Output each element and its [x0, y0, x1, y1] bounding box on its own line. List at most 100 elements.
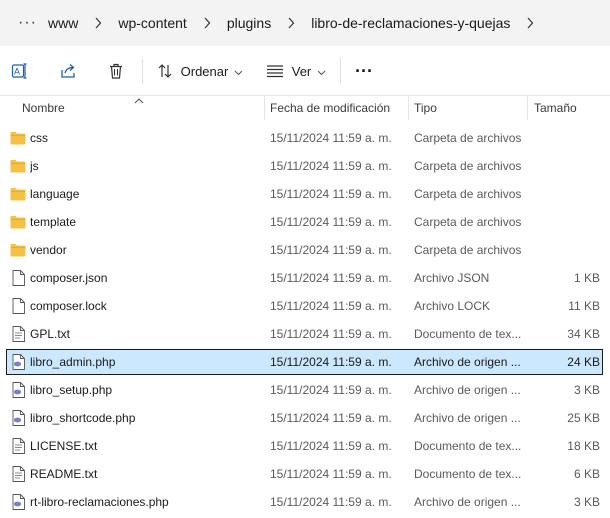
file-row[interactable]: GPL.txt 15/11/2024 11:59 a. m. Documento… [0, 320, 610, 348]
more-icon: ··· [355, 60, 373, 81]
share-icon [61, 64, 75, 78]
toolbar-divider [340, 58, 341, 84]
breadcrumb-item-wp-content[interactable]: wp-content [118, 0, 186, 46]
file-row[interactable]: language 15/11/2024 11:59 a. m. Carpeta … [0, 180, 610, 208]
breadcrumb-item-plugins[interactable]: plugins [227, 0, 271, 46]
column-header-date[interactable]: Fecha de modificación [270, 96, 406, 120]
chevron-right-icon[interactable] [78, 17, 118, 29]
breadcrumb-label: plugins [226, 15, 272, 31]
file-date-modified: 15/11/2024 11:59 a. m. [270, 467, 392, 481]
column-header-size[interactable]: Tamaño [534, 96, 604, 120]
file-size [528, 208, 600, 236]
file-row[interactable]: css 15/11/2024 11:59 a. m. Carpeta de ar… [0, 124, 610, 152]
file-name: libro_admin.php [30, 355, 116, 369]
file-type: Archivo de origen ... [414, 383, 521, 397]
folder-icon [10, 236, 26, 264]
file-row[interactable]: README.txt 15/11/2024 11:59 a. m. Docume… [0, 460, 610, 488]
file-row[interactable]: libro_shortcode.php 15/11/2024 11:59 a. … [0, 404, 610, 432]
php-file-icon [10, 376, 26, 404]
file-date-modified: 15/11/2024 11:59 a. m. [270, 327, 392, 341]
folder-icon [10, 208, 26, 236]
file-name: composer.lock [30, 299, 107, 313]
file-date-modified: 15/11/2024 11:59 a. m. [270, 243, 392, 257]
file-row[interactable]: composer.lock 15/11/2024 11:59 a. m. Arc… [0, 292, 610, 320]
column-resize-handle[interactable] [264, 96, 265, 120]
more-options-button[interactable]: ··· [350, 46, 378, 96]
file-row[interactable]: js 15/11/2024 11:59 a. m. Carpeta de arc… [0, 152, 610, 180]
file-size: 3 KB [573, 383, 600, 397]
sort-button[interactable]: Ordenar [154, 46, 246, 96]
view-list-icon [266, 65, 283, 78]
share-button[interactable] [54, 46, 82, 96]
column-resize-handle[interactable] [408, 96, 409, 120]
file-size [528, 236, 600, 264]
file-name: README.txt [30, 467, 98, 481]
column-header-name[interactable]: Nombre [22, 96, 262, 120]
sort-label: Ordenar [180, 63, 229, 79]
php-file-icon [10, 404, 26, 432]
file-type: Archivo de origen ... [414, 495, 521, 509]
file-size: 34 KB [567, 327, 600, 341]
breadcrumb-label: wp-content [118, 15, 187, 31]
breadcrumb: ··· www wp-content plugins libro-de-recl… [0, 0, 610, 46]
file-date-modified: 15/11/2024 11:59 a. m. [270, 383, 392, 397]
file-size: 1 KB [573, 271, 600, 285]
folder-icon [10, 124, 26, 152]
column-header-label: Tipo [414, 101, 437, 115]
file-date-modified: 15/11/2024 11:59 a. m. [270, 187, 392, 201]
file-name: template [30, 215, 77, 229]
column-header-label: Fecha de modificación [270, 101, 391, 115]
view-button[interactable]: Ver [264, 46, 328, 96]
file-list: css 15/11/2024 11:59 a. m. Carpeta de ar… [0, 124, 610, 516]
file-name: libro_shortcode.php [30, 411, 136, 425]
file-date-modified: 15/11/2024 11:59 a. m. [270, 411, 392, 425]
toolbar-divider [142, 58, 143, 84]
file-row[interactable]: LICENSE.txt 15/11/2024 11:59 a. m. Docum… [0, 432, 610, 460]
chevron-down-icon [234, 64, 243, 79]
file-type: Carpeta de archivos [414, 187, 522, 201]
file-type: Carpeta de archivos [414, 159, 522, 173]
trash-icon [110, 63, 122, 79]
file-size: 25 KB [567, 411, 600, 425]
breadcrumb-item-current-folder[interactable]: libro-de-reclamaciones-y-quejas [311, 0, 510, 46]
column-resize-handle[interactable] [527, 96, 528, 120]
column-header-type[interactable]: Tipo [414, 96, 524, 120]
file-name: css [30, 131, 48, 145]
rename-button[interactable]: A [6, 46, 34, 96]
file-row[interactable]: rt-libro-reclamaciones.php 15/11/2024 11… [0, 488, 610, 516]
chevron-right-icon[interactable] [510, 17, 550, 29]
file-type: Archivo de origen ... [414, 411, 521, 425]
file-name: libro_setup.php [30, 383, 113, 397]
file-row[interactable]: libro_admin.php 15/11/2024 11:59 a. m. A… [0, 348, 610, 376]
file-size [528, 152, 600, 180]
file-date-modified: 15/11/2024 11:59 a. m. [270, 159, 392, 173]
delete-button[interactable] [102, 46, 130, 96]
breadcrumb-label: libro-de-reclamaciones-y-quejas [311, 15, 511, 31]
file-row[interactable]: composer.json 15/11/2024 11:59 a. m. Arc… [0, 264, 610, 292]
file-date-modified: 15/11/2024 11:59 a. m. [270, 355, 392, 369]
text-file-icon [10, 320, 26, 348]
breadcrumb-item-www[interactable]: www [48, 0, 78, 46]
file-name: LICENSE.txt [30, 439, 98, 453]
file-name: composer.json [30, 271, 108, 285]
chevron-right-icon[interactable] [271, 17, 311, 29]
text-file-icon [10, 460, 26, 488]
breadcrumb-overflow-button[interactable]: ··· [18, 14, 44, 32]
file-date-modified: 15/11/2024 11:59 a. m. [270, 271, 392, 285]
file-type: Carpeta de archivos [414, 215, 522, 229]
file-type: Carpeta de archivos [414, 243, 522, 257]
file-row[interactable]: template 15/11/2024 11:59 a. m. Carpeta … [0, 208, 610, 236]
file-date-modified: 15/11/2024 11:59 a. m. [270, 215, 392, 229]
file-date-modified: 15/11/2024 11:59 a. m. [270, 299, 392, 313]
file-row[interactable]: vendor 15/11/2024 11:59 a. m. Carpeta de… [0, 236, 610, 264]
file-row[interactable]: libro_setup.php 15/11/2024 11:59 a. m. A… [0, 376, 610, 404]
file-name: vendor [30, 243, 67, 257]
file-name: rt-libro-reclamaciones.php [30, 495, 169, 509]
column-header-label: Tamaño [534, 101, 577, 115]
php-file-icon [10, 488, 26, 516]
file-type: Documento de tex... [414, 467, 522, 481]
breadcrumb-label: www [48, 15, 79, 31]
chevron-right-icon[interactable] [187, 17, 227, 29]
file-size: 6 KB [573, 467, 600, 481]
svg-text:A: A [14, 67, 20, 77]
